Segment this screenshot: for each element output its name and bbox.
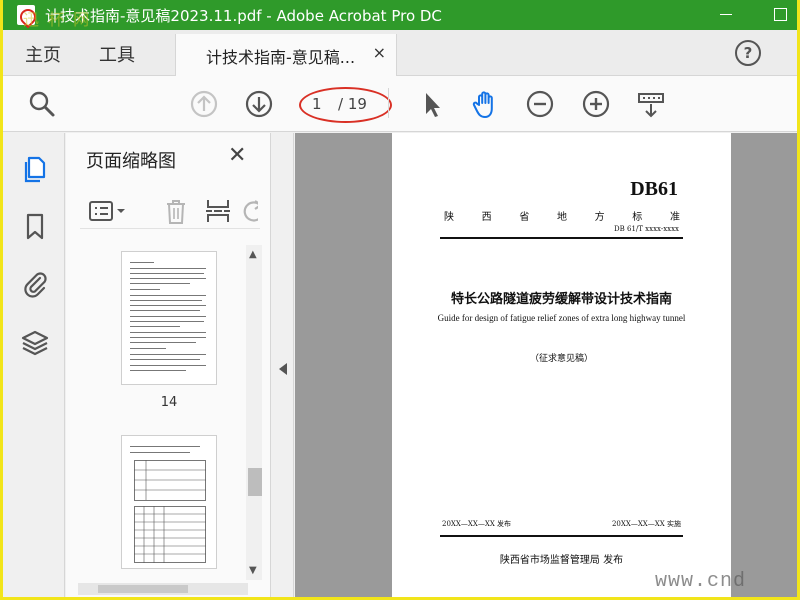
thumbnail-page-15[interactable] [121,435,217,569]
document-tab-label: 计技术指南-意见稿... [206,48,356,67]
window-title: 计技术指南-意见稿2023.11.pdf - Adobe Acrobat Pro… [45,7,442,25]
hand-tool-icon[interactable] [471,89,501,119]
panel-toolbar [80,195,260,229]
thumbnails-panel: 页面缩略图 ✕ 14 ▲ ▼ [66,133,271,597]
nav-home[interactable]: 主页 [25,41,61,67]
thumbnail-options-icon[interactable] [88,197,130,225]
thumbnail-label: 14 [160,395,178,410]
scroll-up-icon[interactable]: ▲ [249,249,257,260]
issuer: 陕西省市场监督管理局 发布 [499,555,624,566]
footer-rule [440,535,683,537]
title-bar: 计技术指南-意见稿2023.11.pdf - Adobe Acrobat Pro… [3,0,797,30]
nav-tools[interactable]: 工具 [99,41,135,67]
delete-page-icon[interactable] [162,197,190,225]
rotate-page-icon[interactable] [240,197,258,225]
close-panel-icon[interactable]: ✕ [228,143,246,168]
help-icon[interactable]: ? [735,40,761,66]
layers-icon[interactable] [20,327,50,357]
document-title-cn: 特长公路隧道疲劳缓解带设计技术指南 [450,292,672,307]
standard-type-char: 西 [481,212,492,223]
standard-type-char: 准 [669,212,680,223]
standard-code: DB61 [630,178,678,200]
panel-title: 页面缩略图 [86,151,176,172]
acrobat-window: 计技术指南-意见稿2023.11.pdf - Adobe Acrobat Pro… [3,0,797,597]
implement-date: 20XX—XX—XX 实施 [611,520,681,528]
publish-date: 20XX—XX—XX 发布 [442,520,512,528]
main-toolbar: 1 / 19 [3,76,797,132]
document-tab[interactable]: 计技术指南-意见稿... × [175,34,397,76]
tab-bar: 主页 工具 计技术指南-意见稿... × ? [3,30,797,76]
pdf-page: DB61 陕 西 省 地 方 标 准 DB 61/T xxxx-xxxx 特长公… [392,133,731,597]
site-watermark: www.cnd [655,570,747,593]
page-up-icon[interactable] [189,89,219,119]
scroll-down-icon[interactable]: ▼ [249,565,257,576]
standard-type-char: 地 [556,212,567,223]
minimize-button[interactable] [717,4,737,24]
standard-type-char: 陕 [444,212,454,223]
page-thumbnails-icon[interactable] [20,153,50,183]
draft-note: （征求意见稿） [529,354,593,364]
page-down-icon[interactable] [244,89,274,119]
thumbnail-page-14[interactable] [121,251,217,385]
scrollbar-thumb[interactable] [248,468,262,496]
maximize-button[interactable] [771,4,791,24]
standard-type-char: 标 [632,212,643,223]
extract-page-icon[interactable] [204,197,232,225]
bookmarks-icon[interactable] [20,211,50,241]
close-tab-icon[interactable]: × [373,43,386,62]
standard-type-char: 方 [594,212,605,223]
zoom-out-icon[interactable] [525,89,555,119]
horizontal-scrollbar-thumb[interactable] [98,585,188,593]
standard-id: DB 61/T xxxx-xxxx [614,225,679,233]
page-annotation-ellipse [299,87,392,123]
zoom-in-icon[interactable] [581,89,611,119]
select-cursor-icon[interactable] [416,89,446,119]
document-title-en: Guide for design of fatigue relief zones… [437,313,686,323]
standard-type-row: 陕 西 省 地 方 标 准 [444,208,680,223]
toolbar-divider [388,88,389,118]
left-rail [3,133,65,597]
zoom-search-icon[interactable] [27,89,57,119]
thumbnails-vertical-scrollbar[interactable]: ▲ ▼ [246,245,262,580]
header-rule [440,237,683,239]
panel-collapse-handle[interactable] [272,133,294,597]
thumbnails-horizontal-scrollbar[interactable] [78,583,248,595]
collapse-arrow-icon[interactable] [279,363,287,375]
document-view[interactable]: DB61 陕 西 省 地 方 标 准 DB 61/T xxxx-xxxx 特长公… [295,133,797,597]
acrobat-app-icon [17,5,35,25]
keyboard-zoom-icon[interactable] [636,89,666,119]
attachments-icon[interactable] [20,269,50,299]
standard-type-char: 省 [519,212,530,223]
